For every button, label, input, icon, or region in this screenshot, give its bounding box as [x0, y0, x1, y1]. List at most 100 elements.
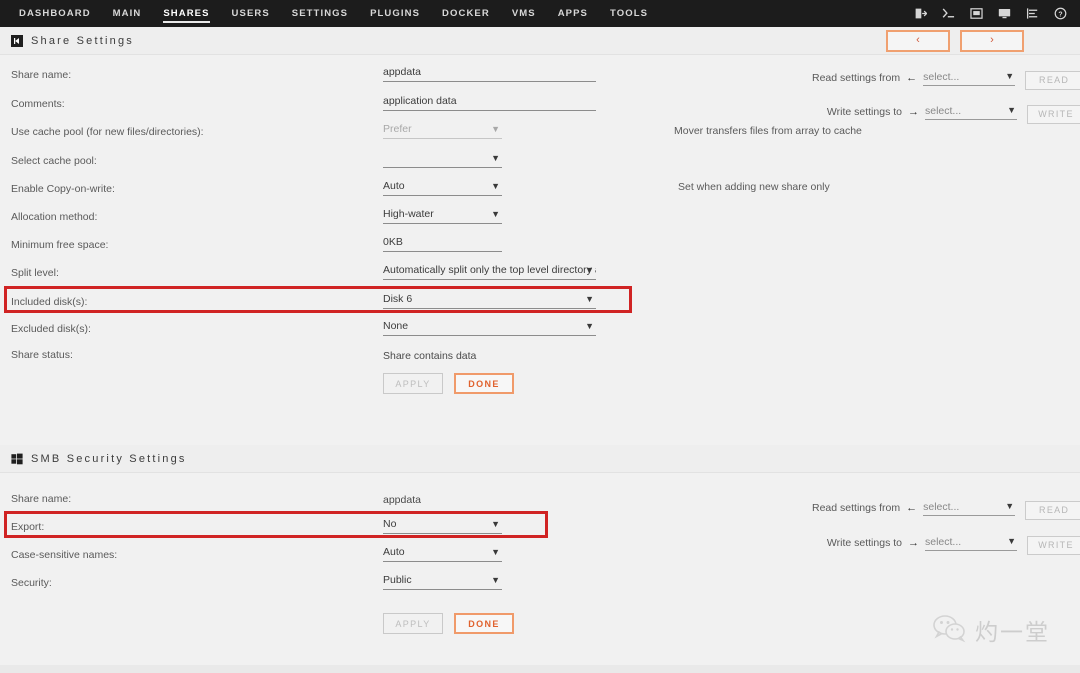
nav-item-vms[interactable]: VMS [501, 0, 547, 27]
share-write-button[interactable]: WRITE [1027, 105, 1080, 124]
included-disks-value: Disk 6 [383, 293, 412, 305]
share-nav-buttons: ‹ › [886, 30, 1080, 52]
select-cache-pool-field-wrap: ▼ [383, 152, 502, 168]
use-cache-pool-select[interactable]: Prefer ▼ [383, 123, 502, 139]
smb-write-settings-label: Write settings to [812, 536, 902, 551]
allocation-method-value: High-water [383, 208, 434, 220]
arrow-left-icon: ← [906, 501, 917, 516]
comments-input[interactable] [383, 95, 596, 111]
excluded-disks-label: Excluded disk(s): [11, 322, 91, 336]
select-cache-pool-select[interactable]: ▼ [383, 152, 502, 168]
share-done-button[interactable]: DONE [454, 373, 514, 394]
share-status-label: Share status: [11, 348, 73, 362]
chevron-down-icon: ▼ [1007, 105, 1016, 115]
nav-item-tools[interactable]: TOOLS [599, 0, 659, 27]
share-read-settings-label: Read settings from [812, 71, 900, 86]
share-name-field-wrap [383, 66, 596, 82]
share-read-settings-row: Read settings from ← select... ▼ READ [812, 71, 1080, 90]
log-icon[interactable] [1025, 7, 1039, 21]
case-sensitive-names-label: Case-sensitive names: [11, 548, 117, 562]
allocation-method-field-wrap: High-water ▼ [383, 208, 502, 224]
share-name-label: Share name: [11, 68, 71, 82]
smb-read-settings-value: select... [923, 501, 959, 513]
included-disks-field-wrap: Disk 6 ▼ [383, 293, 596, 309]
previous-share-button[interactable]: ‹ [886, 30, 950, 52]
smb-security-section: Share name: appdata Export: No ▼ Case-se… [0, 473, 1080, 673]
bottom-strip [0, 665, 1080, 673]
nav-item-docker[interactable]: DOCKER [431, 0, 501, 27]
share-write-settings-row: Write settings to → select... ▼ WRITE [812, 105, 1080, 124]
use-cache-pool-label: Use cache pool (for new files/directorie… [11, 125, 204, 139]
copy-on-write-select[interactable]: Auto ▼ [383, 180, 502, 196]
share-settings-header: Share Settings ‹ › [0, 27, 1080, 55]
smb-write-settings-select[interactable]: select... ▼ [925, 536, 1017, 551]
nav-item-plugins[interactable]: PLUGINS [359, 0, 431, 27]
chevron-down-icon: ▼ [491, 519, 500, 529]
top-navigation-bar: DASHBOARD MAIN SHARES USERS SETTINGS PLU… [0, 0, 1080, 27]
share-name-input[interactable] [383, 66, 596, 82]
smb-security-header: SMB Security Settings [0, 445, 1080, 473]
share-settings-section: Share name: Comments: Use cache pool (fo… [0, 55, 1080, 445]
chevron-down-icon: ▼ [585, 294, 594, 304]
nav-items: DASHBOARD MAIN SHARES USERS SETTINGS PLU… [8, 0, 659, 27]
smb-write-settings-row: Write settings to → select... ▼ WRITE [812, 536, 1080, 555]
share-write-settings-value: select... [925, 105, 961, 117]
chevron-down-icon: ▼ [1005, 71, 1014, 81]
allocation-method-label: Allocation method: [11, 210, 97, 224]
share-read-button[interactable]: READ [1025, 71, 1080, 90]
smb-write-button[interactable]: WRITE [1027, 536, 1080, 555]
split-level-label: Split level: [11, 266, 59, 280]
arrow-right-icon: → [908, 536, 919, 551]
new-share-note: Set when adding new share only [678, 181, 830, 193]
smb-section-title: SMB Security Settings [31, 453, 187, 465]
smb-apply-button[interactable]: APPLY [383, 613, 443, 634]
logout-icon[interactable] [913, 7, 927, 21]
row-security: Security: Public ▼ [0, 576, 1080, 604]
included-disks-select[interactable]: Disk 6 ▼ [383, 293, 596, 309]
excluded-disks-select[interactable]: None ▼ [383, 320, 596, 336]
row-split-level: Split level: Automatically split only th… [0, 266, 1080, 294]
smb-done-button[interactable]: DONE [454, 613, 514, 634]
split-level-value: Automatically split only the top level d… [383, 264, 596, 276]
case-sensitive-names-select[interactable]: Auto ▼ [383, 546, 502, 562]
nav-icon-group: ? [913, 7, 1071, 21]
nav-item-shares[interactable]: SHARES [152, 0, 220, 27]
minimum-free-space-input[interactable] [383, 236, 502, 252]
monitor-icon[interactable] [997, 7, 1011, 21]
share-icon [11, 35, 23, 47]
chevron-down-icon: ▼ [491, 575, 500, 585]
split-level-select[interactable]: Automatically split only the top level d… [383, 264, 596, 280]
share-read-settings-select[interactable]: select... ▼ [923, 71, 1015, 86]
nav-item-users[interactable]: USERS [221, 0, 281, 27]
copy-on-write-value: Auto [383, 180, 405, 192]
archive-icon[interactable] [969, 7, 983, 21]
nav-item-dashboard[interactable]: DASHBOARD [8, 0, 102, 27]
comments-field-wrap [383, 95, 596, 111]
use-cache-pool-field-wrap: Prefer ▼ [383, 123, 502, 139]
share-status-value: Share contains data [383, 350, 476, 362]
chevron-down-icon: ▼ [491, 181, 500, 191]
next-share-button[interactable]: › [960, 30, 1024, 52]
copy-on-write-field-wrap: Auto ▼ [383, 180, 502, 196]
terminal-icon[interactable] [941, 7, 955, 21]
smb-read-button[interactable]: READ [1025, 501, 1080, 520]
case-sensitive-names-value: Auto [383, 546, 405, 558]
row-allocation-method: Allocation method: High-water ▼ [0, 210, 1080, 238]
share-apply-button[interactable]: APPLY [383, 373, 443, 394]
arrow-left-icon: ← [906, 71, 917, 86]
nav-item-apps[interactable]: APPS [547, 0, 599, 27]
security-label: Security: [11, 576, 52, 590]
nav-item-settings[interactable]: SETTINGS [281, 0, 359, 27]
page-title: Share Settings [31, 35, 134, 47]
smb-read-settings-select[interactable]: select... ▼ [923, 501, 1015, 516]
included-disks-label: Included disk(s): [11, 295, 87, 309]
share-read-settings-value: select... [923, 71, 959, 83]
help-icon[interactable]: ? [1053, 7, 1067, 21]
allocation-method-select[interactable]: High-water ▼ [383, 208, 502, 224]
nav-item-main[interactable]: MAIN [102, 0, 153, 27]
share-write-settings-select[interactable]: select... ▼ [925, 105, 1017, 120]
excluded-disks-field-wrap: None ▼ [383, 320, 596, 336]
export-select[interactable]: No ▼ [383, 518, 502, 534]
security-select[interactable]: Public ▼ [383, 574, 502, 590]
minimum-free-space-field-wrap [383, 236, 502, 252]
